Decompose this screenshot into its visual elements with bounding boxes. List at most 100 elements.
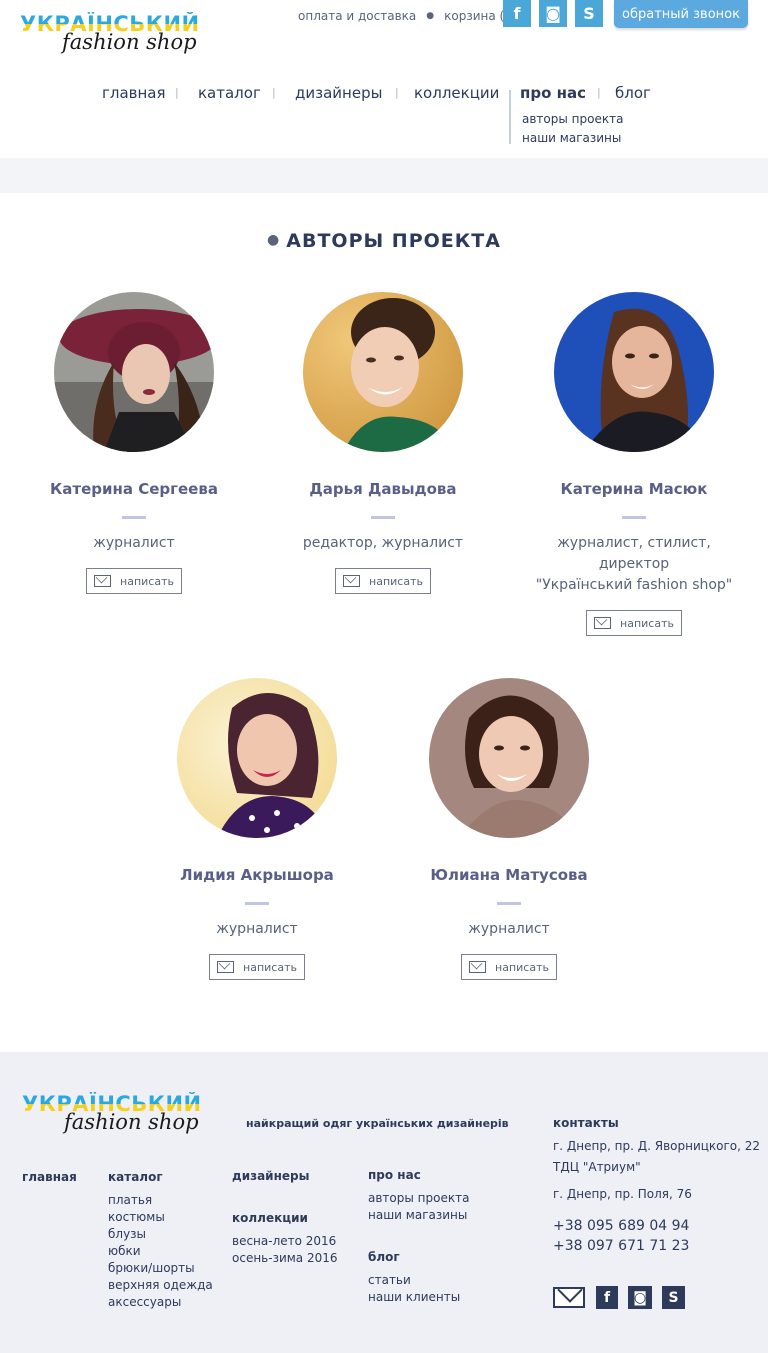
author-role: журналист, стилист, директор "Українськи… — [535, 535, 733, 593]
name-underline — [371, 516, 395, 519]
footer-link[interactable]: аксессуары — [108, 1294, 213, 1311]
submenu-stores[interactable]: наши магазины — [522, 131, 621, 145]
footer-link[interactable]: юбки — [108, 1243, 213, 1260]
footer-collections-heading[interactable]: коллекции — [232, 1211, 308, 1225]
write-button[interactable]: написать — [209, 954, 305, 980]
author-card: Катерина Масюк журналист, стилист, дирек… — [514, 292, 754, 636]
nav-separator: | — [395, 86, 399, 99]
phone-number[interactable]: +38 095 689 04 94 — [553, 1218, 689, 1234]
footer-about-list: авторы проекта наши магазины — [368, 1190, 469, 1224]
footer-link[interactable]: блузы — [108, 1226, 213, 1243]
author-photo — [429, 678, 589, 838]
facebook-icon[interactable]: f — [596, 1286, 618, 1309]
author-role: журналист — [468, 921, 550, 937]
footer-link[interactable]: костюмы — [108, 1209, 213, 1226]
site-footer: УКРАЇНСЬКИЙ fashion shop найкращий одяг … — [0, 1052, 768, 1353]
footer-blog-heading[interactable]: блог — [368, 1250, 400, 1264]
nav-blog[interactable]: блог — [615, 84, 651, 102]
title-bullet: ● — [267, 232, 281, 248]
logo-subtitle: fashion shop — [62, 30, 197, 54]
footer-about-heading[interactable]: про нас — [368, 1168, 421, 1182]
submenu-authors[interactable]: авторы проекта — [522, 112, 623, 126]
name-underline — [497, 902, 521, 905]
write-button-label: написать — [243, 960, 297, 974]
author-photo-image — [54, 292, 214, 452]
footer-link[interactable]: осень-зима 2016 — [232, 1250, 338, 1267]
submenu-divider — [509, 90, 511, 144]
author-name: Юлиана Матусова — [430, 866, 588, 884]
instagram-icon[interactable]: ◙ — [539, 0, 567, 27]
mail-icon[interactable] — [553, 1287, 585, 1308]
write-button[interactable]: написать — [461, 954, 557, 980]
author-photo — [54, 292, 214, 452]
author-name: Катерина Масюк — [560, 480, 708, 498]
footer-tagline: найкращий одяг українських дизайнерів — [246, 1117, 509, 1130]
author-name: Дарья Давыдова — [309, 480, 457, 498]
author-role: журналист — [216, 921, 298, 937]
nav-separator: | — [272, 86, 276, 99]
footer-link[interactable]: платья — [108, 1192, 213, 1209]
nav-collections[interactable]: коллекции — [414, 84, 499, 102]
write-button[interactable]: написать — [86, 568, 182, 594]
author-name: Лидия Акрышора — [180, 866, 334, 884]
author-role: редактор, журналист — [302, 535, 464, 551]
nav-catalog[interactable]: каталог — [198, 84, 261, 102]
footer-logo[interactable]: УКРАЇНСЬКИЙ fashion shop — [22, 1092, 222, 1142]
envelope-icon — [594, 617, 612, 629]
phone-number[interactable]: +38 097 671 71 23 — [553, 1238, 689, 1254]
author-card: Юлиана Матусова журналист написать — [389, 678, 629, 980]
author-photo — [554, 292, 714, 452]
footer-home-link[interactable]: главная — [22, 1170, 77, 1184]
name-underline — [122, 516, 146, 519]
author-photo-image — [429, 678, 589, 838]
delivery-link[interactable]: оплата и доставка — [298, 9, 416, 23]
write-button-label: написать — [495, 960, 549, 974]
callback-button[interactable]: обратный звонок — [614, 0, 748, 28]
write-button-label: написать — [120, 574, 174, 588]
footer-collections-list: весна-лето 2016 осень-зима 2016 — [232, 1233, 338, 1267]
write-button-label: написать — [369, 574, 423, 588]
footer-link[interactable]: наши магазины — [368, 1207, 469, 1224]
logo-subtitle: fashion shop — [64, 1110, 199, 1134]
footer-link[interactable]: наши клиенты — [368, 1289, 460, 1306]
nav-designers[interactable]: дизайнеры — [295, 84, 382, 102]
nav-separator: | — [175, 86, 179, 99]
top-links: оплата и доставка ● корзина (0) — [298, 9, 517, 23]
footer-link[interactable]: верхняя одежда — [108, 1277, 213, 1294]
author-photo-image — [554, 292, 714, 452]
author-name: Катерина Сергеева — [50, 480, 218, 498]
footer-link[interactable]: весна-лето 2016 — [232, 1233, 338, 1250]
author-card: Лидия Акрышора журналист написать — [137, 678, 377, 980]
address-line: г. Днепр, пр. Д. Яворницкого, 22 — [553, 1139, 761, 1153]
instagram-icon[interactable]: ◙ — [628, 1286, 652, 1309]
skype-icon[interactable]: S — [575, 0, 603, 27]
name-underline — [245, 902, 269, 905]
footer-link[interactable]: брюки/шорты — [108, 1260, 213, 1277]
nav-about[interactable]: про нас — [520, 84, 586, 102]
author-card: Катерина Сергеева журналист написать — [14, 292, 254, 594]
author-photo — [177, 678, 337, 838]
footer-catalog-heading[interactable]: каталог — [108, 1170, 163, 1184]
footer-designers-heading[interactable]: дизайнеры — [232, 1169, 309, 1183]
footer-link[interactable]: статьи — [368, 1272, 460, 1289]
address-line: г. Днепр, пр. Поля, 76 — [553, 1187, 692, 1201]
facebook-icon[interactable]: f — [503, 0, 531, 27]
nav-home[interactable]: главная — [102, 84, 166, 102]
author-role: журналист — [93, 535, 175, 551]
breadcrumb-band — [0, 158, 768, 193]
envelope-icon — [469, 961, 487, 973]
skype-icon[interactable]: S — [662, 1286, 685, 1309]
write-button[interactable]: написать — [586, 610, 682, 636]
site-logo[interactable]: УКРАЇНСЬКИЙ fashion shop — [20, 12, 220, 62]
author-card: Дарья Давыдова редактор, журналист напис… — [263, 292, 503, 594]
envelope-icon — [217, 961, 235, 973]
write-button[interactable]: написать — [335, 568, 431, 594]
address-line: ТДЦ "Атриум" — [553, 1160, 641, 1174]
site-header: УКРАЇНСЬКИЙ fashion shop оплата и достав… — [0, 0, 768, 158]
page-title-text: АВТОРЫ ПРОЕКТА — [286, 230, 501, 252]
separator-dot: ● — [426, 11, 435, 21]
author-photo — [303, 292, 463, 452]
footer-link[interactable]: авторы проекта — [368, 1190, 469, 1207]
envelope-icon — [94, 575, 112, 587]
page-title: ● АВТОРЫ ПРОЕКТА — [0, 230, 768, 252]
